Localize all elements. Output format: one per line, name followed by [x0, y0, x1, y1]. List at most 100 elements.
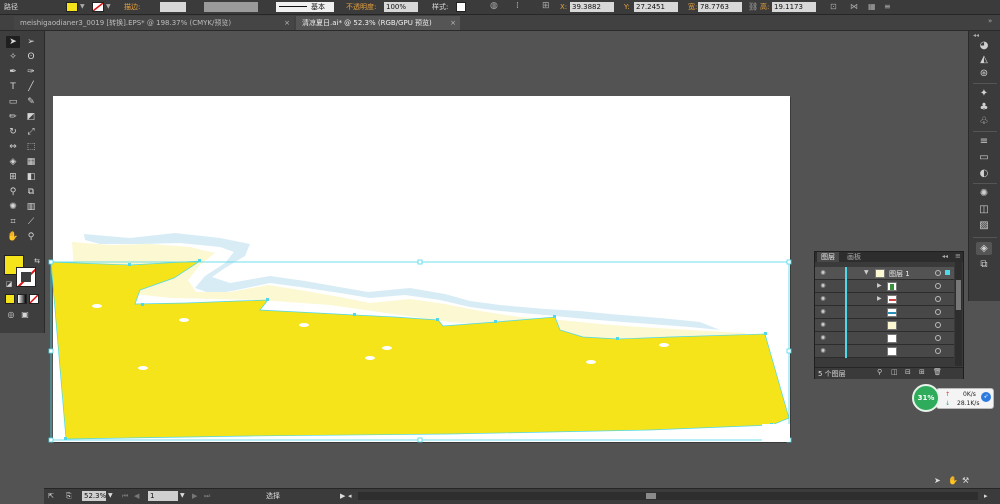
gradient-mode-icon[interactable]: [17, 294, 27, 304]
new-layer-icon[interactable]: ⊞: [919, 368, 925, 376]
shape-builder-tool-icon[interactable]: ◈: [6, 156, 20, 168]
screen-mode-icon[interactable]: ▣: [18, 309, 32, 321]
locate-object-icon[interactable]: ⚲: [877, 368, 882, 376]
zoom-tool-icon[interactable]: ⚲: [24, 231, 38, 243]
stroke-panel-icon[interactable]: ♣: [976, 101, 992, 114]
layer-name[interactable]: 图层 1: [889, 269, 910, 279]
new-sublayer-icon[interactable]: ⊟: [905, 368, 911, 376]
horizontal-scrollbar[interactable]: [358, 492, 978, 500]
layers-scrollbar[interactable]: [955, 262, 962, 366]
target-circle-icon[interactable]: [935, 322, 941, 328]
paintbrush-tool-icon[interactable]: ✎: [24, 96, 38, 108]
artboard-tool-icon[interactable]: ⌗: [6, 216, 20, 228]
type-tool-icon[interactable]: T: [6, 81, 20, 93]
magic-wand-tool-icon[interactable]: ✧: [6, 51, 20, 63]
brush-definition-field[interactable]: 基本: [276, 2, 334, 12]
appearance-panel-icon[interactable]: ✺: [976, 187, 992, 200]
layer-row-layer-1[interactable]: ◉ ▼ 图层 1: [815, 267, 954, 280]
chevron-down-icon[interactable]: ▼: [180, 491, 185, 501]
first-artboard-icon[interactable]: ⏮: [122, 491, 128, 501]
color-guide-icon[interactable]: ◭: [976, 53, 992, 66]
memory-usage-circle[interactable]: 31%: [912, 384, 940, 412]
hand-icon[interactable]: ✋: [948, 476, 958, 485]
expand-triangle-icon[interactable]: ▼: [864, 269, 869, 276]
variable-width-field[interactable]: [204, 2, 258, 12]
chevron-down-icon[interactable]: ▼: [108, 491, 113, 501]
visibility-eye-icon[interactable]: ◉: [819, 309, 827, 315]
swap-colors-icon[interactable]: ⇆: [30, 255, 44, 267]
transform-panel-icon[interactable]: ⊡: [830, 2, 837, 11]
network-speed-widget[interactable]: ↑ 0K/s ↓ 28.1K/s ➶ 31%: [912, 384, 994, 412]
lasso-tool-icon[interactable]: ʘ: [24, 51, 38, 63]
height-field[interactable]: 19.1173: [772, 2, 816, 12]
tab-document-2[interactable]: 清凉夏日.ai* @ 52.3% (RGB/GPU 预览) ×: [296, 16, 460, 30]
last-artboard-icon[interactable]: ⏭: [204, 491, 210, 501]
arrow-icon[interactable]: ➤: [934, 476, 941, 485]
visibility-eye-icon[interactable]: ◉: [819, 335, 827, 341]
rectangle-tool-icon[interactable]: ▭: [6, 96, 20, 108]
free-transform-tool-icon[interactable]: ⬚: [24, 141, 38, 153]
rocket-icon[interactable]: ➶: [981, 392, 991, 402]
pencil-tool-icon[interactable]: ✏: [6, 111, 20, 123]
visibility-eye-icon[interactable]: ◉: [819, 322, 827, 328]
horizontal-scroll-right-icon[interactable]: ▸: [984, 491, 988, 501]
artboards-panel-icon[interactable]: ▨: [976, 219, 992, 232]
layer-row[interactable]: ◉: [815, 332, 954, 345]
share-icon[interactable]: ⎘: [66, 491, 72, 501]
style-swatch[interactable]: [456, 2, 466, 12]
close-icon[interactable]: ×: [450, 16, 456, 30]
grid-icon[interactable]: ▦: [868, 2, 876, 11]
wrench-icon[interactable]: ⚒: [962, 476, 969, 485]
next-artboard-icon[interactable]: ▶: [192, 491, 197, 501]
export-icon[interactable]: ⇱: [48, 491, 54, 501]
previous-artboard-icon[interactable]: ◀: [134, 491, 139, 501]
blend-tool-icon[interactable]: ⧉: [24, 186, 38, 198]
width-tool-icon[interactable]: ⇔: [6, 141, 20, 153]
color-panel-icon[interactable]: ◕: [976, 39, 992, 52]
menu-icon[interactable]: ≡: [884, 2, 891, 11]
eyedropper-tool-icon[interactable]: ⚲: [6, 186, 20, 198]
stroke-swatch[interactable]: [92, 2, 104, 12]
double-chevron-icon[interactable]: »: [988, 17, 992, 25]
scale-tool-icon[interactable]: ⤢: [24, 126, 38, 138]
layer-row[interactable]: ◉: [815, 345, 954, 358]
brushes-panel-icon[interactable]: ✦: [976, 87, 992, 100]
collapse-icon[interactable]: ◂◂: [942, 253, 948, 260]
close-icon[interactable]: ×: [284, 16, 290, 30]
tab-document-1[interactable]: meishigaodianer3_0019 [转换].EPS* @ 198.37…: [14, 16, 294, 30]
clipping-mask-icon[interactable]: ◫: [891, 368, 898, 376]
layers-panel-icon[interactable]: ◈: [976, 242, 992, 255]
expand-triangle-icon[interactable]: ▶: [877, 295, 882, 302]
layer-row[interactable]: ◉ ▶: [815, 280, 954, 293]
target-circle-icon[interactable]: [935, 335, 941, 341]
y-field[interactable]: 27.2451: [634, 2, 678, 12]
opacity-field[interactable]: 100%: [384, 2, 418, 12]
links-panel-icon[interactable]: ⧉: [976, 258, 992, 271]
status-menu-arrow-icon[interactable]: ▶: [340, 491, 345, 501]
target-circle-icon[interactable]: [935, 296, 941, 302]
curvature-tool-icon[interactable]: ✑: [24, 66, 38, 78]
visibility-eye-icon[interactable]: ◉: [819, 283, 827, 289]
pen-tool-icon[interactable]: ✒: [6, 66, 20, 78]
transparency-panel-icon[interactable]: ◐: [976, 167, 992, 180]
transform-icon[interactable]: ⊞: [542, 1, 550, 11]
none-mode-icon[interactable]: [29, 294, 39, 304]
layer-row[interactable]: ◉: [815, 319, 954, 332]
hand-tool-icon[interactable]: ✋: [6, 231, 20, 243]
tab-layers[interactable]: 图层: [817, 252, 839, 262]
target-circle-icon[interactable]: [935, 270, 941, 276]
visibility-eye-icon[interactable]: ◉: [819, 296, 827, 302]
mesh-tool-icon[interactable]: ⊞: [6, 171, 20, 183]
horizontal-scroll-left-icon[interactable]: ◂: [348, 491, 352, 501]
column-graph-tool-icon[interactable]: ▥: [24, 201, 38, 213]
stroke-weight-field[interactable]: [160, 2, 186, 12]
direct-selection-tool-icon[interactable]: ➢: [24, 36, 38, 48]
collapse-icon[interactable]: ◂◂: [973, 32, 979, 39]
fill-swatch[interactable]: [66, 2, 78, 12]
rotate-tool-icon[interactable]: ↻: [6, 126, 20, 138]
layer-row[interactable]: ◉ ▶: [815, 293, 954, 306]
symbol-sprayer-tool-icon[interactable]: ✺: [6, 201, 20, 213]
symbols-panel-icon[interactable]: ♧: [976, 115, 992, 128]
gradient-tool-icon[interactable]: ◧: [24, 171, 38, 183]
selection-tool-icon[interactable]: ➤: [6, 36, 20, 48]
